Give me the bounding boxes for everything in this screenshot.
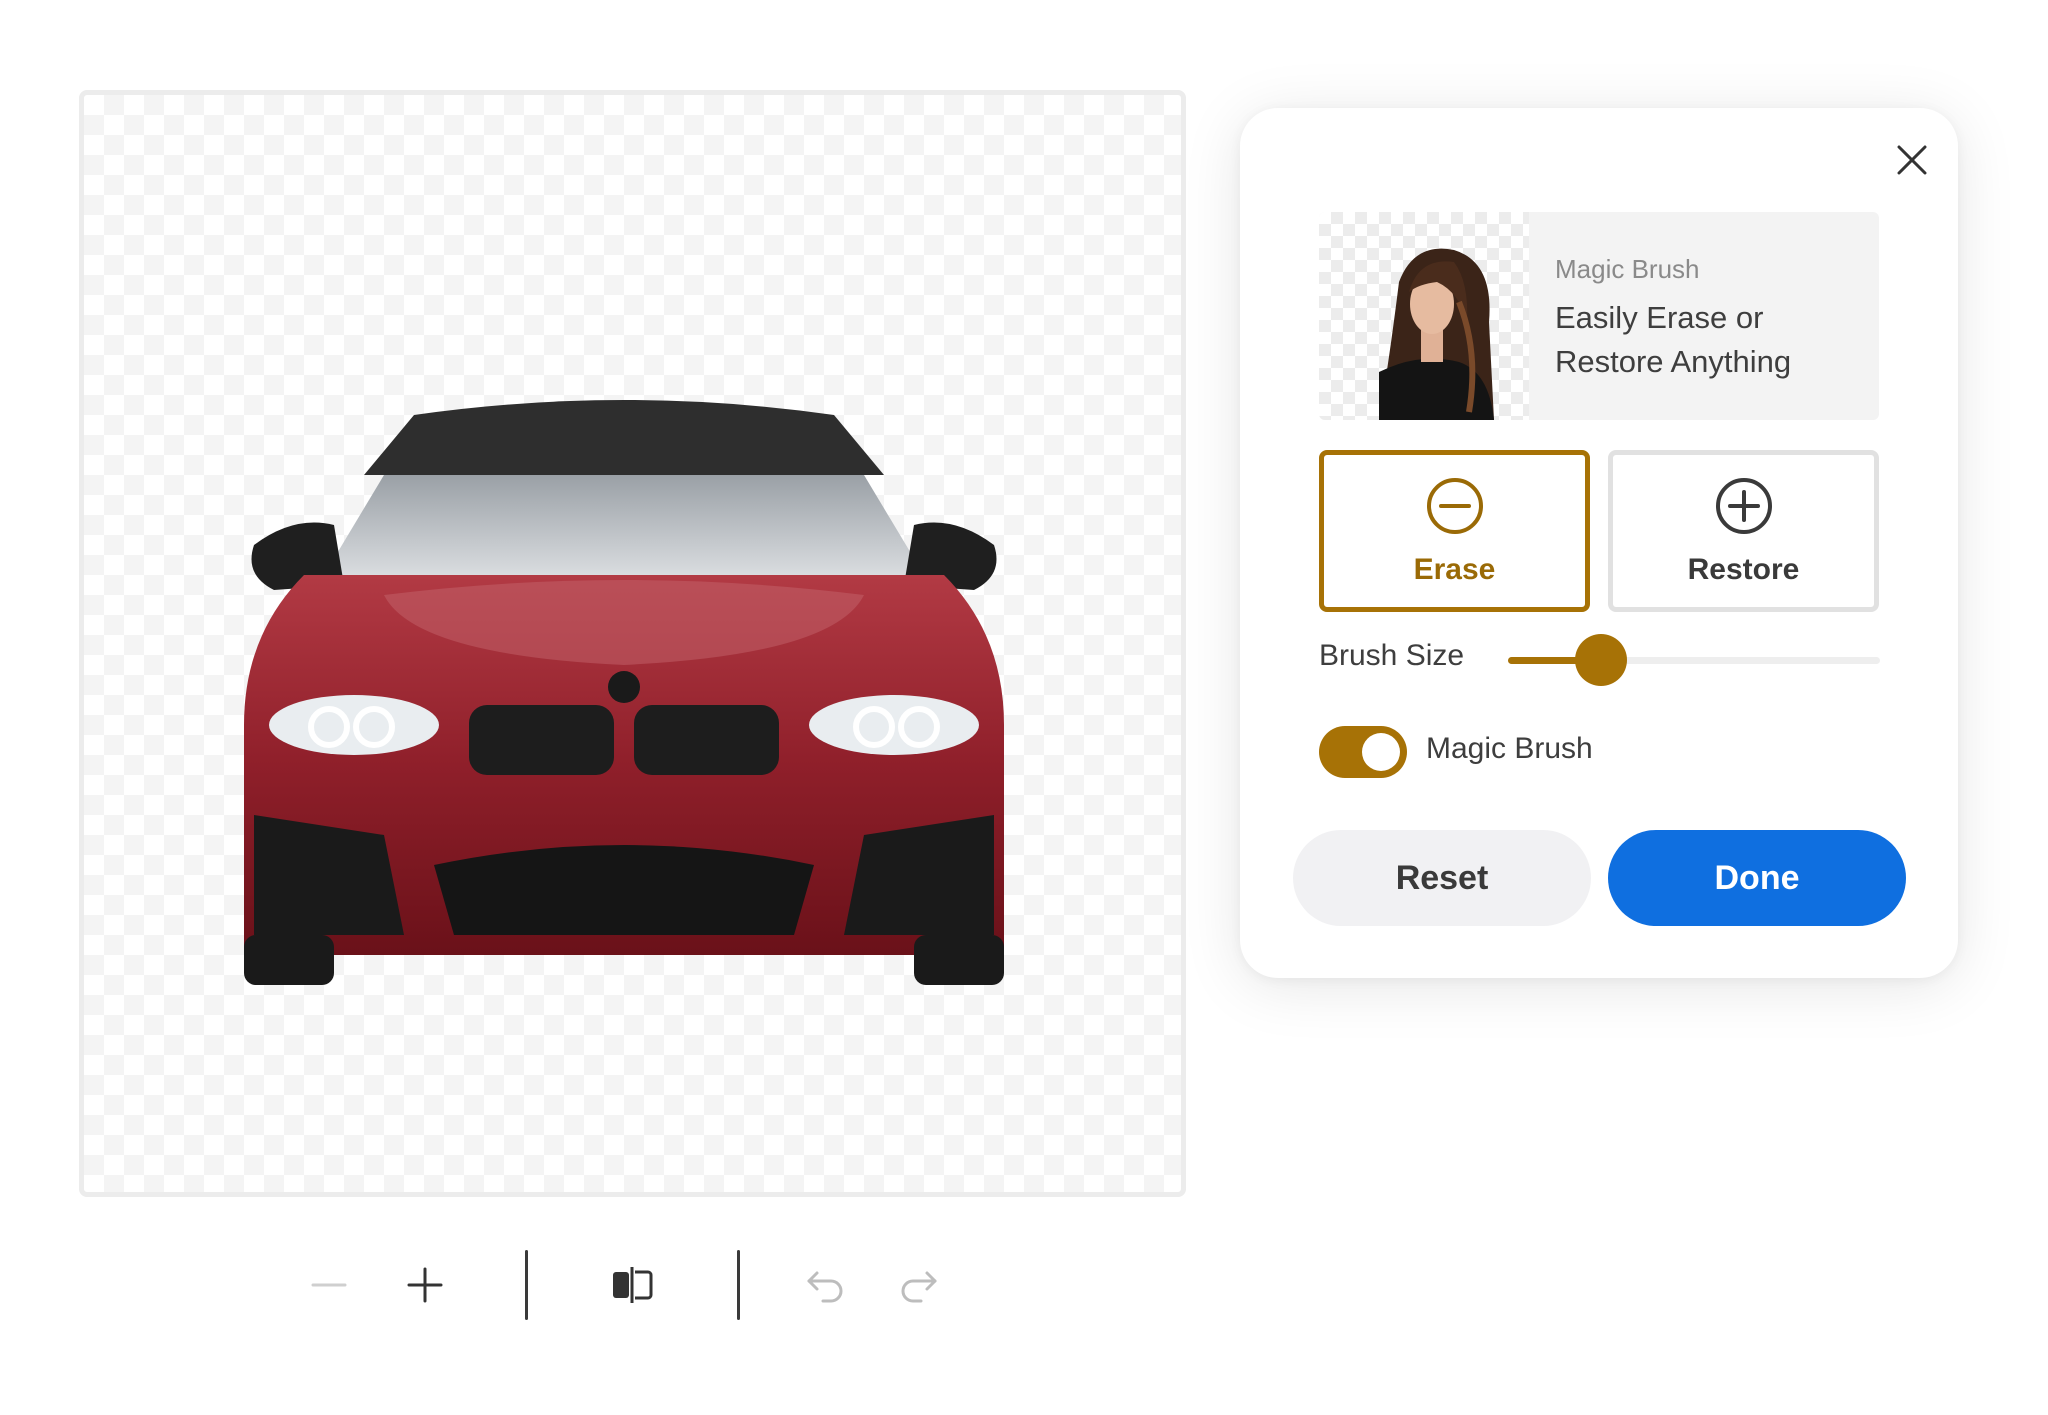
close-button[interactable] [1888,138,1936,186]
promo-title: Easily Erase or Restore Anything [1555,300,1792,379]
magic-brush-panel: Magic Brush Easily Erase or Restore Anyt… [1240,108,1958,978]
reset-button[interactable]: Reset [1293,830,1591,926]
redo-button[interactable] [884,1250,954,1320]
magic-brush-promo: Magic Brush Easily Erase or Restore Anyt… [1319,212,1879,420]
toolbar-divider [525,1250,528,1320]
plus-circle-icon [1714,476,1774,541]
zoom-in-button[interactable] [390,1250,460,1320]
promo-thumbnail [1319,212,1529,420]
car-image [244,400,1004,985]
undo-button[interactable] [790,1250,860,1320]
minus-icon [311,1267,347,1303]
compare-button[interactable] [597,1250,667,1320]
restore-label: Restore [1687,552,1800,586]
toolbar-divider [737,1250,740,1320]
done-button[interactable]: Done [1608,830,1906,926]
undo-icon [803,1265,847,1305]
promo-eyebrow: Magic Brush [1555,254,1700,284]
minus-circle-icon [1425,476,1485,541]
erase-label: Erase [1413,552,1496,586]
toggle-knob [1362,733,1400,771]
canvas-toolbar [0,1250,1200,1320]
close-icon [1896,144,1928,181]
restore-button[interactable]: Restore [1608,450,1879,612]
erase-button[interactable]: Erase [1319,450,1590,612]
magic-brush-toggle[interactable] [1319,726,1407,778]
zoom-out-button[interactable] [294,1250,364,1320]
brush-size-slider[interactable] [1508,634,1880,686]
magic-brush-label: Magic Brush [1426,732,1593,765]
woman-portrait [1379,248,1494,420]
image-canvas[interactable] [79,90,1186,1197]
redo-icon [897,1265,941,1305]
plus-icon [407,1267,443,1303]
brush-size-label: Brush Size [1319,639,1465,672]
slider-thumb[interactable] [1575,634,1627,686]
compare-icon [610,1265,654,1305]
